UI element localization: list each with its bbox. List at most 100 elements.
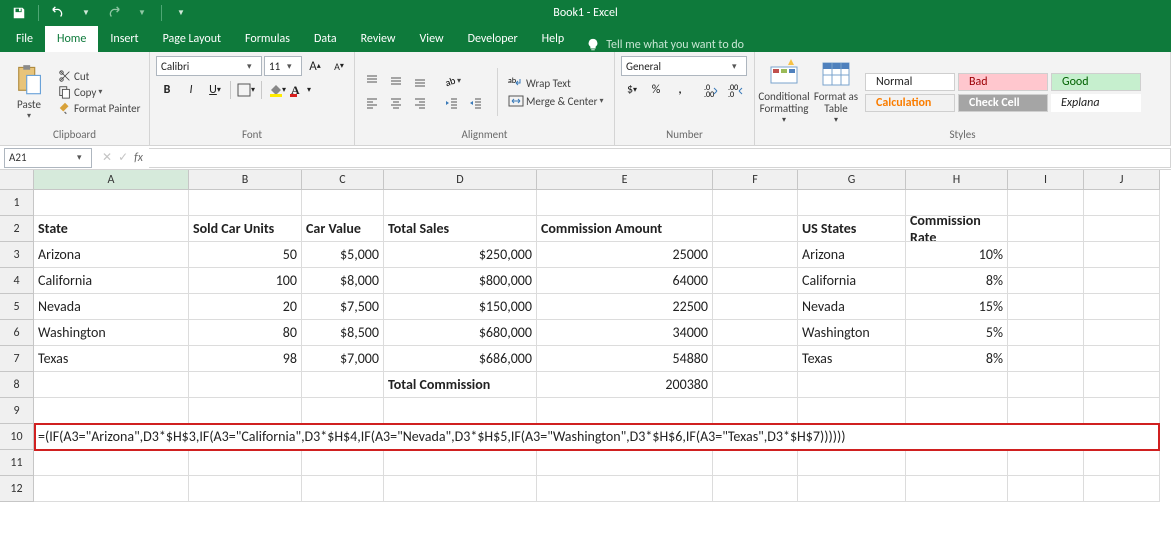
tab-developer[interactable]: Developer: [456, 26, 530, 52]
cell[interactable]: [713, 268, 798, 294]
worksheet[interactable]: A B C D E F G H I J 1 2 State Sold Car U…: [0, 170, 1171, 502]
cell[interactable]: [1084, 190, 1160, 216]
cell[interactable]: US States: [798, 216, 906, 242]
cell[interactable]: $680,000: [384, 320, 537, 346]
cell[interactable]: [537, 190, 713, 216]
cell[interactable]: 10%: [906, 242, 1008, 268]
accounting-format-button[interactable]: $▾: [621, 80, 643, 100]
cell[interactable]: [713, 450, 798, 476]
cell[interactable]: $7,500: [302, 294, 384, 320]
cell[interactable]: 98: [189, 346, 302, 372]
cell[interactable]: [1084, 268, 1160, 294]
cell[interactable]: Total Sales: [384, 216, 537, 242]
row-header[interactable]: 9: [0, 398, 34, 424]
format-as-table-button[interactable]: Format as Table▾: [813, 57, 859, 127]
cell[interactable]: Washington: [34, 320, 189, 346]
cell[interactable]: [798, 476, 906, 502]
increase-indent-button[interactable]: [465, 93, 487, 113]
cell[interactable]: [302, 450, 384, 476]
redo-dropdown[interactable]: ▼: [131, 2, 153, 24]
cell[interactable]: $8,500: [302, 320, 384, 346]
cell[interactable]: [189, 450, 302, 476]
undo-dropdown[interactable]: ▼: [75, 2, 97, 24]
cell[interactable]: $800,000: [384, 268, 537, 294]
cell[interactable]: [1084, 398, 1160, 424]
row-header[interactable]: 2: [0, 216, 34, 242]
col-header-F[interactable]: F: [713, 170, 798, 190]
cell[interactable]: $8,000: [302, 268, 384, 294]
cell[interactable]: [537, 398, 713, 424]
col-header-C[interactable]: C: [302, 170, 384, 190]
grow-font-button[interactable]: A▴: [304, 56, 326, 76]
cell[interactable]: [906, 398, 1008, 424]
cell[interactable]: Nevada: [798, 294, 906, 320]
cell[interactable]: [1008, 242, 1084, 268]
cell[interactable]: [1084, 450, 1160, 476]
cell[interactable]: 50: [189, 242, 302, 268]
cell[interactable]: [1008, 294, 1084, 320]
row-header[interactable]: 5: [0, 294, 34, 320]
shrink-font-button[interactable]: A▾: [328, 56, 350, 76]
underline-button[interactable]: U▾: [204, 80, 226, 100]
save-button[interactable]: [8, 2, 30, 24]
cell[interactable]: [189, 398, 302, 424]
tab-review[interactable]: Review: [349, 26, 408, 52]
cell[interactable]: 80: [189, 320, 302, 346]
copy-button[interactable]: Copy ▾: [58, 85, 140, 99]
cell[interactable]: 54880: [537, 346, 713, 372]
tab-home[interactable]: Home: [45, 26, 98, 52]
cell[interactable]: Commission Rate: [906, 216, 1008, 242]
cell[interactable]: 34000: [537, 320, 713, 346]
cell-styles-gallery[interactable]: Normal Bad Good Calculation Check Cell E…: [865, 73, 1141, 112]
tab-file[interactable]: File: [4, 26, 45, 52]
cell[interactable]: =(IF(A3="Arizona",D3*$H$3,IF(A3="Califor…: [34, 424, 1160, 450]
align-center-button[interactable]: [385, 93, 407, 113]
cell[interactable]: [713, 476, 798, 502]
style-check-cell[interactable]: Check Cell: [958, 94, 1048, 112]
cell[interactable]: [302, 476, 384, 502]
cancel-formula-icon[interactable]: ✕: [102, 150, 112, 165]
formula-bar[interactable]: [149, 148, 1171, 168]
cell[interactable]: [1008, 476, 1084, 502]
tab-help[interactable]: Help: [530, 26, 577, 52]
cell[interactable]: [713, 398, 798, 424]
bold-button[interactable]: B: [156, 80, 178, 100]
cell[interactable]: [906, 372, 1008, 398]
row-header[interactable]: 7: [0, 346, 34, 372]
cell[interactable]: [713, 372, 798, 398]
fill-color-button[interactable]: ▾: [266, 80, 288, 100]
tab-page-layout[interactable]: Page Layout: [151, 26, 233, 52]
cell[interactable]: Arizona: [34, 242, 189, 268]
cell[interactable]: [1008, 268, 1084, 294]
style-explanatory[interactable]: Explana: [1051, 94, 1141, 112]
cell[interactable]: Total Commission: [384, 372, 537, 398]
cell[interactable]: [384, 450, 537, 476]
tab-insert[interactable]: Insert: [98, 26, 150, 52]
select-all-corner[interactable]: [0, 170, 34, 190]
cell[interactable]: [1084, 476, 1160, 502]
borders-button[interactable]: ▾: [235, 80, 257, 100]
paste-button[interactable]: Paste ▾: [6, 57, 52, 127]
undo-button[interactable]: [47, 2, 69, 24]
tab-data[interactable]: Data: [302, 26, 349, 52]
cell[interactable]: $250,000: [384, 242, 537, 268]
cell[interactable]: [798, 190, 906, 216]
style-good[interactable]: Good: [1051, 73, 1141, 91]
align-bottom-button[interactable]: [409, 71, 431, 91]
cell[interactable]: 100: [189, 268, 302, 294]
col-header-J[interactable]: J: [1084, 170, 1160, 190]
cell[interactable]: [302, 190, 384, 216]
cell[interactable]: $150,000: [384, 294, 537, 320]
cell[interactable]: [384, 190, 537, 216]
cell[interactable]: Commission Amount: [537, 216, 713, 242]
style-normal[interactable]: Normal: [865, 73, 955, 91]
cell[interactable]: [713, 216, 798, 242]
cell[interactable]: Texas: [798, 346, 906, 372]
font-size-combo[interactable]: 11▾: [264, 56, 302, 76]
cell[interactable]: [906, 450, 1008, 476]
align-middle-button[interactable]: [385, 71, 407, 91]
row-header[interactable]: 6: [0, 320, 34, 346]
cell[interactable]: $7,000: [302, 346, 384, 372]
increase-decimal-button[interactable]: .0.00: [701, 80, 723, 100]
col-header-E[interactable]: E: [537, 170, 713, 190]
